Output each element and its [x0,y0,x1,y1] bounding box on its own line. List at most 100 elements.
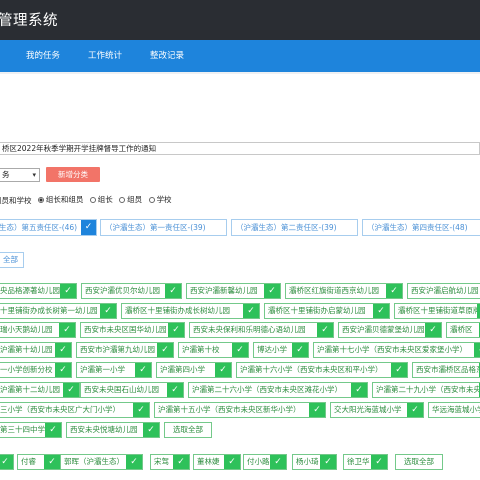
school-tag[interactable]: 灞桥区红旗街道西京幼儿园 ✓ [285,283,403,299]
member-tag-label: 杨小琦 [296,457,319,466]
member-tag[interactable]: 付小路 ✓ [243,454,287,470]
check-icon: ✓ [167,383,183,397]
school-tag-label: 沪灞第十幼儿园 [0,345,53,354]
school-tag-label: 沪灞第十五小学（西安市未央区新华小学） [158,405,301,414]
check-icon: ✓ [157,343,173,357]
radio-leader-and-members[interactable]: 组长和组员 [37,195,83,205]
school-tag[interactable]: 灞桥区十里铺街办启蒙幼儿园 ✓ [264,303,390,319]
school-tag-label: 西安市未央区国华幼儿园 [84,325,167,334]
check-icon: ✓ [100,304,116,318]
school-tag[interactable]: 灞桥区✓ [446,322,480,338]
school-tag[interactable]: 沪灞第二十九小学（西安市未央✓ [372,382,480,398]
check-icon: ✓ [44,455,60,469]
radio-member-label: 组员 [127,195,143,204]
school-tag[interactable]: 西安沪灞新馨幼儿园 ✓ [186,283,281,299]
school-tag-label: 西安市沪灞第九幼儿园 [80,345,155,354]
school-tag[interactable]: 灞桥区十里铺街道草原牌✓ [394,303,480,319]
region-chip[interactable]: （沪灞生态）第一责任区-(39) [100,219,227,236]
member-tag[interactable]: 付睿 ✓ [17,454,61,470]
school-tag[interactable]: 西安未央国石山幼儿园 ✓ [80,382,184,398]
notice-title-field[interactable]: 桥区2022年秋季学期开学挂牌督导工作的通知 [0,142,480,155]
school-tag-label: 西安沪灞新馨幼儿园 [190,286,258,295]
school-tag-label: 华远海蓝城小学 [432,405,480,414]
school-tag-label: 西安未央悦塘幼儿园 [70,425,138,434]
school-tag[interactable]: 西安沪灞优贝尔幼儿园 ✓ [81,283,182,299]
school-tag[interactable]: 西安沪灞启航幼儿园✓ [407,283,480,299]
school-tag[interactable]: 华远海蓝城小学✓ [428,402,480,418]
school-tag-label: 沪灞第四小学 [160,365,205,374]
school-tag[interactable]: 瑞小天鹅幼儿园 ✓ [0,322,76,338]
school-tag[interactable]: 一小学创新分校 ✓ [0,362,72,378]
check-icon: ✓ [81,220,96,235]
school-tag[interactable]: 西安未央悦塘幼儿园 ✓ [66,422,160,438]
radio-school[interactable]: 学校 [148,195,172,205]
radio-members-and-schools[interactable]: 组员和学校 [0,196,32,206]
member-tag[interactable]: ✓ [0,454,14,470]
school-tag[interactable]: 第三十四中学 ✓ [0,422,62,438]
school-tag-label: 沪灞第十二幼儿园 [0,385,60,394]
school-tag[interactable]: 三小学（西安市未央区广大门小学） ✓ [0,402,150,418]
task-type-select[interactable]: 务 ▾ [0,168,40,182]
select-all-schools-button[interactable]: 选取全部 [164,422,212,438]
school-tag-label: 灞桥区十里铺街办启蒙幼儿园 [268,306,366,315]
radio-dot-icon [119,197,126,203]
task-type-select-value: 务 [2,170,10,179]
school-tag[interactable]: 央品格源著幼儿园 ✓ [0,283,77,299]
school-tag[interactable]: 博达小学 ✓ [253,342,309,358]
check-icon: ✓ [309,403,325,417]
radio-school-label: 学校 [156,195,172,204]
member-tag-label: 董林婕 [197,457,220,466]
school-tag[interactable]: 西安沪灞贝德蒙堡幼儿园 ✓ [338,322,442,338]
school-tag-label: 沪灞第十校 [182,345,220,354]
school-tag[interactable]: 沪灞第十五小学（西安市未央区新华小学） ✓ [154,402,326,418]
app-root: 管理系统 我的任务 工作统计 整改记录 桥区2022年秋季学期开学挂牌督导工作的… [0,0,480,480]
check-icon: ✓ [165,284,181,298]
nav-work-stats[interactable]: 工作统计 [88,40,122,72]
check-icon: ✓ [173,455,189,469]
school-tag[interactable]: 沪灞第十七小学（西安市未央区爱家堡小学） ✓ [313,342,480,358]
school-tag[interactable]: 交大阳光海蓝城小学 ✓ [330,402,424,418]
school-tag[interactable]: 沪灞第十六小学（西安市未央区和平小学） ✓ [236,362,408,378]
school-tag[interactable]: 西安未央保利和乐明德心语幼儿园 ✓ [189,322,334,338]
school-tag-label: 央品格源著幼儿园 [0,286,60,295]
radio-leader-label: 组长 [97,195,113,204]
school-tag[interactable]: 沪灞第一小学 ✓ [76,362,152,378]
app-title: 管理系统 [0,13,58,29]
check-icon: ✓ [320,455,336,469]
member-tag[interactable]: 宋驾 ✓ [150,454,190,470]
check-icon: ✓ [60,284,76,298]
radio-member[interactable]: 组员 [119,195,142,205]
school-tag[interactable]: 西安市灞桥区品格东方✓ [412,362,480,378]
school-tag[interactable]: 沪灞第十校 ✓ [178,342,249,358]
school-tag-label: 西安沪灞启航幼儿园 [411,286,479,295]
check-icon: ✓ [215,363,231,377]
check-icon: ✓ [0,455,13,469]
content-panel [0,74,480,480]
check-icon: ✓ [391,363,407,377]
school-tag[interactable]: 沪灞第十二幼儿园 ✓ [0,382,80,398]
school-tag[interactable]: 灞桥区十里铺街办成长树幼儿园 ✓ [121,303,260,319]
school-tag[interactable]: 西安市沪灞第九幼儿园 ✓ [76,342,174,358]
add-category-button[interactable]: 新增分类 [46,167,100,182]
select-all-members-button[interactable]: 选取全部 [395,454,443,470]
region-chip[interactable]: （沪灞生态）第四责任区-(48) [362,219,480,236]
school-tag[interactable]: 沪灞第二十六小学（西安市未央区滩花小学） ✓ [188,382,368,398]
check-icon: ✓ [168,323,184,337]
member-tag[interactable]: 郭晖（沪灞生态） ✓ [60,454,143,470]
school-tag[interactable]: 沪灞第十幼儿园 ✓ [0,342,72,358]
school-tag[interactable]: 沪灞第四小学 ✓ [156,362,232,378]
region-chip-label: （沪灞生态）第二责任区-(39) [236,223,337,232]
member-tag[interactable]: 杨小琦 ✓ [292,454,337,470]
school-tag-label: 三小学（西安市未央区广大门小学） [0,405,120,414]
nav-my-tasks[interactable]: 我的任务 [26,40,60,72]
radio-leader[interactable]: 组长 [89,195,113,205]
school-tag[interactable]: 西安市未央区国华幼儿园 ✓ [80,322,185,338]
select-all-regions-button[interactable]: 全部 [0,252,24,268]
member-tag[interactable]: 董林婕 ✓ [193,454,241,470]
member-tag[interactable]: 徐卫华 ✓ [343,454,388,470]
school-tag[interactable]: 十里铺街办成长树第一幼儿园 ✓ [0,303,117,319]
school-tag-label: 十里铺街办成长树第一幼儿园 [0,306,98,315]
region-chip[interactable]: （沪灞生态）第二责任区-(39) [231,219,358,236]
nav-rectification-records[interactable]: 整改记录 [150,40,184,72]
region-chip[interactable]: 生态）第五责任区-(46) ✓ [0,219,97,236]
